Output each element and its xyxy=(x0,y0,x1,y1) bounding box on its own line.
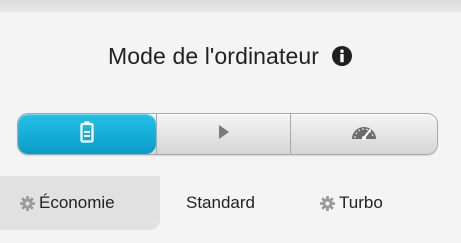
speedometer-icon xyxy=(350,123,378,146)
mode-labels: Économie Standard Turbo xyxy=(0,176,461,230)
mode-economy-button[interactable] xyxy=(18,114,156,154)
info-icon[interactable] xyxy=(331,45,353,67)
mode-label-standard[interactable]: Standard xyxy=(186,193,255,213)
mode-turbo-button[interactable] xyxy=(290,114,437,154)
mode-label-text: Turbo xyxy=(339,193,383,212)
gear-icon xyxy=(320,195,335,211)
mode-label-text: Standard xyxy=(186,193,255,212)
mode-label-economy[interactable]: Économie xyxy=(20,193,115,213)
mode-switcher xyxy=(17,113,438,155)
battery-icon xyxy=(80,121,94,148)
panel-header: Mode de l'ordinateur xyxy=(0,36,461,76)
mode-standard-button[interactable] xyxy=(156,114,290,154)
mode-label-text: Économie xyxy=(39,193,115,212)
play-icon xyxy=(218,124,230,145)
mode-label-turbo[interactable]: Turbo xyxy=(320,193,383,213)
gear-icon xyxy=(20,195,35,211)
top-border xyxy=(0,0,461,12)
page-title: Mode de l'ordinateur xyxy=(108,42,319,69)
